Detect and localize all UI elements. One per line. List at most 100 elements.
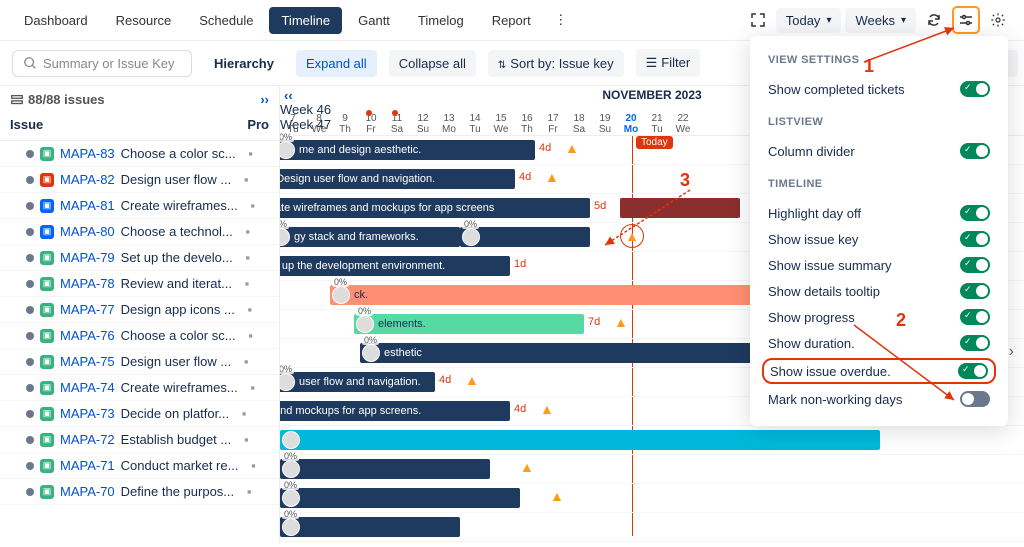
gear-icon[interactable] [984, 6, 1012, 34]
issue-key[interactable]: MAPA-77 [60, 302, 115, 317]
period-selector[interactable]: Weeks▾ [845, 8, 916, 33]
issue-key[interactable]: MAPA-72 [60, 432, 115, 447]
table-row[interactable]: ▣ MAPA-71 Conduct market re... ▪ [0, 453, 279, 479]
table-row[interactable]: ▣ MAPA-77 Design app icons ... ▪ [0, 297, 279, 323]
timeline-bar[interactable]: 0% [460, 227, 590, 247]
table-row[interactable]: ▣ MAPA-70 Define the purpos... ▪ [0, 479, 279, 505]
avatar [282, 460, 300, 478]
status-dot [26, 332, 34, 340]
refresh-icon[interactable] [920, 6, 948, 34]
timeline-bar[interactable]: 0%user flow and navigation. [280, 372, 435, 392]
table-row[interactable]: ▣ MAPA-75 Design user flow ... ▪ [0, 349, 279, 375]
timeline-bar[interactable]: 0%APA-81: Create wireframes and mockups … [280, 198, 590, 218]
issue-key[interactable]: MAPA-78 [60, 276, 115, 291]
table-row[interactable]: ▣ MAPA-78 Review and iterat... ▪ [0, 271, 279, 297]
issue-key[interactable]: MAPA-76 [60, 328, 115, 343]
tab-timelog[interactable]: Timelog [406, 7, 476, 34]
issue-key[interactable]: MAPA-82 [60, 172, 115, 187]
status-dot [26, 462, 34, 470]
collapse-all-button[interactable]: Collapse all [389, 50, 476, 77]
issue-summary: Choose a color sc... [121, 146, 236, 161]
bar-text: APA-81: Create wireframes and mockups fo… [280, 202, 494, 214]
toggle-nonworking[interactable] [960, 391, 990, 407]
tab-dashboard[interactable]: Dashboard [12, 7, 100, 34]
tab-report[interactable]: Report [480, 7, 543, 34]
settings-heading: TIMELINE [768, 178, 990, 190]
issue-key[interactable]: MAPA-79 [60, 250, 115, 265]
chevron-right-icon[interactable]: › [1009, 343, 1014, 361]
status-dot [26, 436, 34, 444]
duration-label: 4d [514, 403, 526, 415]
issue-key[interactable]: MAPA-80 [60, 224, 115, 239]
warning-icon: ▲ [545, 169, 559, 185]
timeline-bar[interactable]: 0%ames and mockups for app screens. [280, 401, 510, 421]
timeline-bar[interactable]: 0%79: Set up the development environment… [280, 256, 510, 276]
toggle-divider[interactable] [960, 143, 990, 159]
table-row[interactable]: ▣ MAPA-82 Design user flow ... ▪ [0, 167, 279, 193]
timeline-bar[interactable]: 0%me and design aesthetic. [280, 140, 535, 160]
toggle-dayoff[interactable] [960, 205, 990, 221]
toggle-overdue[interactable] [958, 363, 988, 379]
toggle-summary[interactable] [960, 257, 990, 273]
filter-button[interactable]: ☰Filter [636, 49, 701, 77]
status-dot [26, 176, 34, 184]
annotation-3: 3 [680, 170, 690, 191]
table-row[interactable]: ▣ MAPA-80 Choose a technol... ▪ [0, 219, 279, 245]
timeline-bar[interactable]: 0% [280, 517, 460, 537]
table-row[interactable]: ▣ MAPA-83 Choose a color sc... ▪ [0, 141, 279, 167]
today-selector[interactable]: Today▾ [776, 8, 842, 33]
sort-button[interactable]: ⇅Sort by: Issue key [488, 50, 624, 77]
issue-type-icon: ▣ [40, 381, 54, 395]
expand-all-button[interactable]: Expand all [296, 50, 377, 77]
warning-icon: ▲ [465, 372, 479, 388]
bar-text: ames and mockups for app screens. [280, 405, 421, 417]
timeline-bar[interactable] [280, 430, 880, 450]
more-icon[interactable]: ⋮ [547, 6, 575, 34]
hierarchy-button[interactable]: Hierarchy [204, 50, 284, 77]
tab-resource[interactable]: Resource [104, 7, 184, 34]
table-row[interactable]: ▣ MAPA-79 Set up the develo... ▪ [0, 245, 279, 271]
setting-label: Mark non-working days [768, 392, 902, 407]
day-header: 10Fr [358, 113, 384, 135]
issue-key[interactable]: MAPA-73 [60, 406, 115, 421]
issue-key[interactable]: MAPA-75 [60, 354, 115, 369]
search-input[interactable]: Summary or Issue Key [12, 50, 192, 77]
task-icon: ▪ [235, 406, 253, 421]
status-dot [26, 488, 34, 496]
timeline-bar[interactable]: 0% [280, 488, 520, 508]
toggle-progress[interactable] [960, 309, 990, 325]
settings-icon[interactable] [952, 6, 980, 34]
collapse-panel-icon[interactable]: ›› [260, 92, 269, 107]
toggle-completed[interactable] [960, 81, 990, 97]
tab-timeline[interactable]: Timeline [269, 7, 342, 34]
issue-key[interactable]: MAPA-71 [60, 458, 115, 473]
issue-key[interactable]: MAPA-74 [60, 380, 115, 395]
day-header: 17Fr [540, 113, 566, 135]
timeline-bar[interactable]: 0%elements. [354, 314, 584, 334]
table-row[interactable]: ▣ MAPA-76 Choose a color sc... ▪ [0, 323, 279, 349]
status-dot [26, 254, 34, 262]
table-row[interactable]: ▣ MAPA-72 Establish budget ... ▪ [0, 427, 279, 453]
toggle-duration[interactable] [960, 335, 990, 351]
timeline-bar[interactable]: 0% [280, 459, 490, 479]
task-icon: ▪ [237, 172, 255, 187]
col-issue-header: Issue [10, 117, 247, 132]
issue-key[interactable]: MAPA-81 [60, 198, 115, 213]
table-row[interactable]: ▣ MAPA-73 Decide on platfor... ▪ [0, 401, 279, 427]
warning-icon: ▲ [620, 224, 644, 248]
issue-summary: Create wireframes... [121, 380, 238, 395]
timeline-bar[interactable]: 0%2: Design user flow and navigation. [280, 169, 515, 189]
expand-timeline-icon[interactable]: ‹‹ [284, 88, 293, 103]
tab-schedule[interactable]: Schedule [187, 7, 265, 34]
issue-key[interactable]: MAPA-70 [60, 484, 115, 499]
toggle-tooltip[interactable] [960, 283, 990, 299]
tab-gantt[interactable]: Gantt [346, 7, 402, 34]
avatar [280, 373, 295, 391]
issue-type-icon: ▣ [40, 485, 54, 499]
issue-key[interactable]: MAPA-83 [60, 146, 115, 161]
fullscreen-icon[interactable] [744, 6, 772, 34]
toggle-key[interactable] [960, 231, 990, 247]
table-row[interactable]: ▣ MAPA-74 Create wireframes... ▪ [0, 375, 279, 401]
timeline-bar[interactable]: 0%gy stack and frameworks. [280, 227, 460, 247]
table-row[interactable]: ▣ MAPA-81 Create wireframes... ▪ [0, 193, 279, 219]
